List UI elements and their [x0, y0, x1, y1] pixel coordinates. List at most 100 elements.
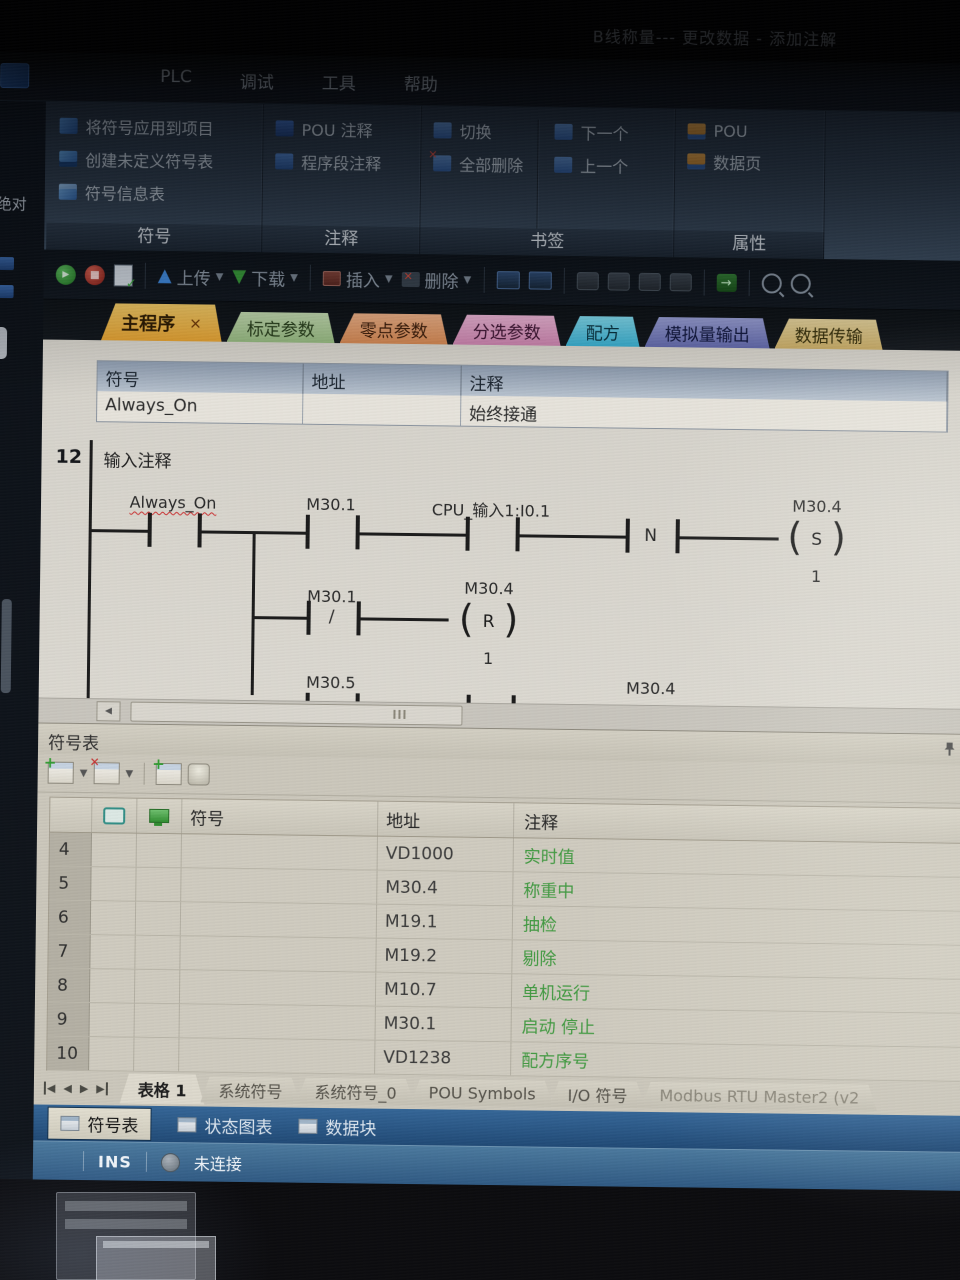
coil-set-m30-4[interactable]: ( S ): [776, 508, 857, 565]
new-table-button[interactable]: [48, 762, 74, 784]
address-view-icon[interactable]: [576, 272, 598, 290]
table-view-icon[interactable]: [669, 273, 691, 291]
menu-item-debug[interactable]: 调试: [240, 68, 274, 93]
ribbon: 将符号应用到项目 创建未定义符号表 符号信息表 符号: [44, 102, 960, 263]
nav-last-icon[interactable]: ▶: [96, 1082, 108, 1095]
window-tab-symbol-table[interactable]: 符号表: [47, 1106, 151, 1140]
contact-label-m30-5[interactable]: M30.5: [293, 673, 369, 693]
window-split-icon[interactable]: [496, 271, 519, 289]
sheet-tab-io-symbols[interactable]: I/O 符号: [549, 1081, 645, 1108]
new-table-caret-icon[interactable]: ▼: [80, 767, 88, 778]
contact-edge-n[interactable]: [625, 519, 629, 553]
delete-all-bookmarks-button[interactable]: 全部删除: [433, 151, 523, 176]
window-layout-icon[interactable]: [528, 271, 551, 289]
contact-label-cpu-input[interactable]: CPU_输入1:I0.1: [413, 496, 569, 522]
tab-recipe[interactable]: 配方: [566, 316, 640, 347]
tab-calibration-params[interactable]: 标定参数: [227, 312, 335, 343]
sheet-tab-system-symbols[interactable]: 系统符号: [200, 1076, 300, 1103]
var-comment-cell[interactable]: 始终接通: [461, 396, 947, 432]
toolbar-separator: [483, 267, 484, 293]
stop-button[interactable]: [85, 265, 105, 285]
tab-main-program[interactable]: 主程序 ×: [101, 303, 222, 341]
compile-button[interactable]: [114, 264, 133, 286]
contact-always-on[interactable]: [147, 513, 151, 547]
pou-comment-button[interactable]: POU 注释: [275, 116, 411, 142]
create-undefined-symbol-table-button[interactable]: 创建未定义符号表: [59, 147, 253, 173]
app-icon[interactable]: [0, 63, 29, 88]
ladder-editor[interactable]: 符号 地址 注释 Always_On 始终接通 12 输入注释 Always_O…: [39, 340, 960, 710]
download-button[interactable]: ▼ 下载 ▼: [232, 264, 298, 290]
tab-analog-output[interactable]: 模拟量输出: [645, 317, 770, 349]
toggle-bookmark-button[interactable]: 切换: [433, 118, 523, 143]
left-toolbar-icon[interactable]: [0, 285, 14, 298]
contact-m30-1[interactable]: [305, 515, 309, 549]
insert-button[interactable]: 插入 ▼: [323, 265, 393, 291]
project-tree-notch[interactable]: [0, 327, 7, 359]
nav-first-icon[interactable]: ◀: [44, 1081, 56, 1094]
apply-symbols-icon: [60, 118, 78, 134]
sheet-tab-modbus[interactable]: Modbus RTU Master2 (v2: [641, 1082, 877, 1111]
left-toolbar-icon[interactable]: [0, 257, 14, 270]
window-tab-data-block[interactable]: 数据块: [298, 1113, 376, 1139]
col-address[interactable]: 地址: [378, 802, 514, 838]
apply-stamp-button[interactable]: [188, 763, 210, 785]
delete-table-caret-icon[interactable]: ▼: [125, 768, 133, 779]
tab-zero-params[interactable]: 零点参数: [340, 313, 448, 344]
delete-button[interactable]: 删除 ▼: [401, 266, 471, 292]
network-comment[interactable]: 输入注释: [103, 446, 171, 472]
network-number[interactable]: 12: [55, 446, 82, 468]
nav-previous-icon[interactable]: ◀: [63, 1081, 72, 1094]
contact-label-always-on[interactable]: Always_On: [129, 493, 217, 513]
delete-caret-icon[interactable]: ▼: [464, 274, 472, 285]
h-scrollbar-thumb[interactable]: [130, 702, 462, 726]
contact-label-m30-1[interactable]: M30.1: [293, 495, 369, 515]
menu-item-plc[interactable]: PLC: [160, 67, 192, 92]
delete-table-button[interactable]: [93, 762, 119, 784]
sheet-tab-system-symbols-0[interactable]: 系统符号_0: [296, 1078, 414, 1105]
pin-icon[interactable]: [943, 742, 956, 762]
nav-next-icon[interactable]: ▶: [80, 1082, 89, 1095]
upload-button[interactable]: ▲ 上传 ▼: [158, 263, 224, 289]
segment-comment-button[interactable]: 程序段注释: [275, 149, 411, 175]
col-comment[interactable]: 注释: [514, 803, 960, 843]
window-tab-status-chart[interactable]: 状态图表: [177, 1112, 272, 1138]
run-button[interactable]: ▶: [56, 265, 76, 285]
next-bookmark-icon: [555, 124, 573, 140]
apply-symbols-button[interactable]: 将符号应用到项目: [59, 114, 253, 140]
ribbon-group-comment: POU 注释 程序段注释 注释: [262, 104, 422, 254]
pou-properties-button[interactable]: POU: [688, 121, 816, 142]
network-variable-table: 符号 地址 注释 Always_On 始终接通: [96, 360, 949, 432]
power-rail: [87, 440, 93, 698]
symbol-info-table-button[interactable]: 符号信息表: [59, 180, 253, 206]
previous-bookmark-button[interactable]: 上一个: [554, 153, 628, 178]
insert-row-button[interactable]: [156, 763, 182, 785]
insert-caret-icon[interactable]: ▼: [385, 273, 393, 284]
edge-n-symbol: N: [641, 526, 661, 546]
tab-data-transfer[interactable]: 数据传输: [775, 318, 883, 349]
symbol-view-icon[interactable]: [607, 272, 629, 290]
help-search-icon[interactable]: [790, 274, 810, 294]
sheet-tab-pou-symbols[interactable]: POU Symbols: [410, 1079, 553, 1107]
comment-view-icon[interactable]: [638, 273, 660, 291]
go-to-icon[interactable]: →: [716, 274, 736, 292]
zoom-search-icon[interactable]: [761, 273, 781, 293]
contact-cpu-input[interactable]: [465, 517, 469, 551]
download-caret-icon[interactable]: ▼: [290, 272, 298, 283]
tab-close-icon[interactable]: ×: [189, 314, 202, 332]
menu-item-tools[interactable]: 工具: [322, 69, 356, 94]
coil-reset-m30-4[interactable]: ( R ): [448, 590, 529, 647]
left-scrollbar-thumb[interactable]: [1, 599, 12, 693]
status-chart-icon: [177, 1117, 196, 1132]
col-symbol[interactable]: 符号: [182, 799, 378, 835]
contact-m30-1-nc[interactable]: [306, 601, 310, 635]
data-page-button[interactable]: 数据页: [687, 149, 815, 175]
next-bookmark-button[interactable]: 下一个: [554, 120, 628, 145]
upload-caret-icon[interactable]: ▼: [216, 271, 224, 282]
var-address-cell[interactable]: [303, 394, 461, 426]
sheet-tab-table1[interactable]: 表格 1: [120, 1074, 205, 1105]
menu-item-help[interactable]: 帮助: [404, 70, 438, 95]
tab-sorting-params[interactable]: 分选参数: [453, 315, 561, 346]
var-symbol-cell[interactable]: Always_On: [97, 391, 303, 424]
scroll-left-icon[interactable]: ◀: [96, 701, 120, 721]
coil-label-m30-4-partial[interactable]: M30.4: [611, 678, 691, 698]
